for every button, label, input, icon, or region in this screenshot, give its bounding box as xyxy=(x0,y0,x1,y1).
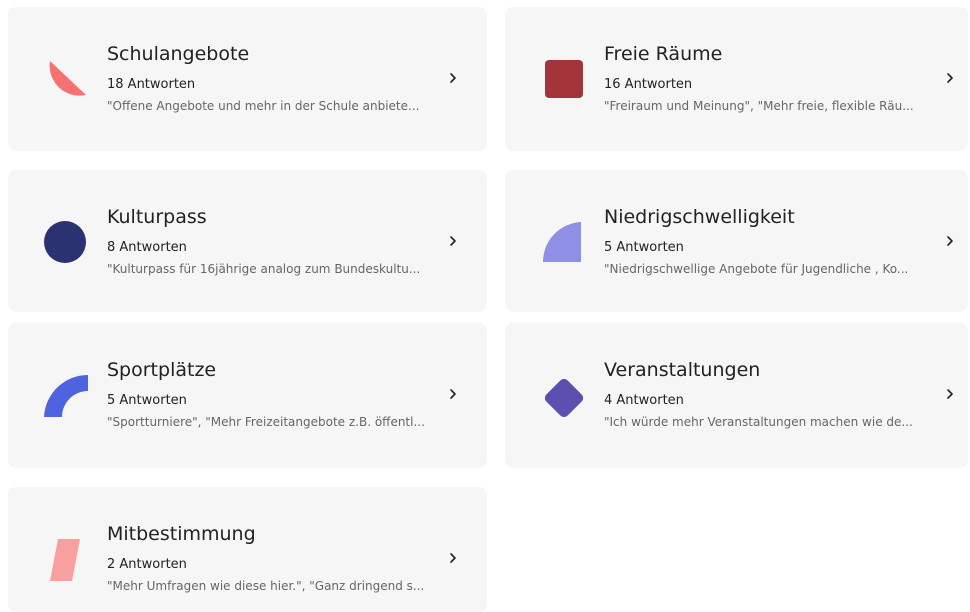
chevron-right-icon[interactable] xyxy=(447,388,459,400)
card-quote-preview: "Mehr Umfragen wie diese hier.", "Ganz d… xyxy=(107,579,425,593)
card-quote-preview: "Niedrigschwellige Angebote für Jugendli… xyxy=(604,262,909,276)
half-circle-icon xyxy=(49,61,86,96)
card-title: Mitbestimmung xyxy=(107,523,256,545)
card-title: Kulturpass xyxy=(107,206,207,228)
card-answer-count: 8 Antworten xyxy=(107,240,187,255)
card-answer-count: 2 Antworten xyxy=(107,557,187,572)
topic-card-sportplaetze[interactable]: Sportplätze 5 Antworten "Sportturniere",… xyxy=(8,323,487,468)
card-answer-count: 4 Antworten xyxy=(604,393,684,408)
chevron-right-icon[interactable] xyxy=(944,388,956,400)
circle-icon xyxy=(44,221,86,263)
card-answer-count: 5 Antworten xyxy=(604,240,684,255)
chevron-right-icon[interactable] xyxy=(944,235,956,247)
quarter-circle-icon xyxy=(542,222,581,262)
diamond-icon xyxy=(544,378,584,418)
chevron-right-icon[interactable] xyxy=(447,72,459,84)
chevron-right-icon[interactable] xyxy=(447,552,459,564)
rounded-square-icon xyxy=(545,60,583,98)
topic-card-kulturpass[interactable]: Kulturpass 8 Antworten "Kulturpass für 1… xyxy=(8,170,487,312)
chevron-right-icon[interactable] xyxy=(447,235,459,247)
topic-card-freie-raeume[interactable]: Freie Räume 16 Antworten "Freiraum und M… xyxy=(505,7,968,151)
parallelogram-icon xyxy=(50,539,80,581)
topic-card-schulangebote[interactable]: Schulangebote 18 Antworten "Offene Angeb… xyxy=(8,7,487,151)
card-answer-count: 18 Antworten xyxy=(107,77,196,92)
card-answer-count: 16 Antworten xyxy=(604,77,693,92)
card-quote-preview: "Ich würde mehr Veranstaltungen machen w… xyxy=(604,415,913,429)
card-quote-preview: "Freiraum und Meinung", "Mehr freie, fle… xyxy=(604,99,914,113)
card-title: Veranstaltungen xyxy=(604,359,761,381)
card-quote-preview: "Sportturniere", "Mehr Freizeitangebote … xyxy=(107,415,425,429)
topic-card-veranstaltungen[interactable]: Veranstaltungen 4 Antworten "Ich würde m… xyxy=(505,323,968,468)
arc-icon xyxy=(44,374,88,417)
topic-card-niedrigschwelligkeit[interactable]: Niedrigschwelligkeit 5 Antworten "Niedri… xyxy=(505,170,968,312)
card-answer-count: 5 Antworten xyxy=(107,393,187,408)
card-quote-preview: "Kulturpass für 16jährige analog zum Bun… xyxy=(107,262,421,276)
card-title: Niedrigschwelligkeit xyxy=(604,206,795,228)
card-quote-preview: "Offene Angebote und mehr in der Schule … xyxy=(107,99,420,113)
chevron-right-icon[interactable] xyxy=(944,72,956,84)
topic-card-mitbestimmung[interactable]: Mitbestimmung 2 Antworten "Mehr Umfragen… xyxy=(8,487,487,612)
card-title: Schulangebote xyxy=(107,43,250,65)
card-title: Freie Räume xyxy=(604,43,723,65)
card-title: Sportplätze xyxy=(107,359,217,381)
